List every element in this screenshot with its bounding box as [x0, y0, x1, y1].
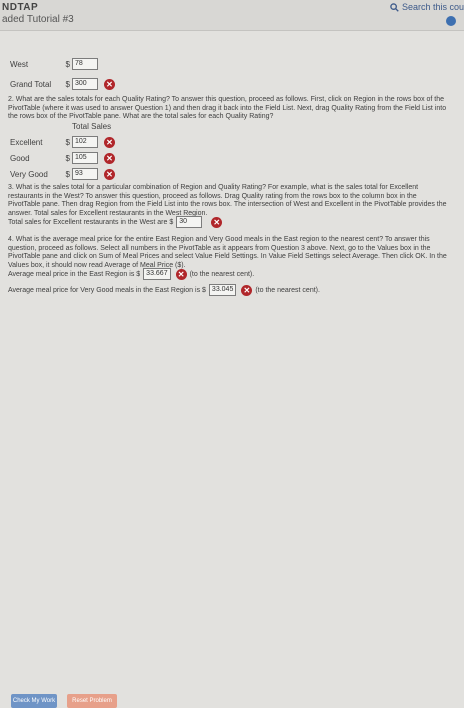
q2-very-good-input[interactable]: 93 [72, 168, 98, 180]
q2-row-excellent: Excellent $ 102 ✕ [10, 136, 115, 148]
search-label: Search this cou [401, 2, 464, 12]
incorrect-icon: ✕ [104, 136, 115, 148]
reset-problem-button[interactable]: Reset Problem [67, 694, 117, 708]
q2-row-label: Very Good [10, 169, 48, 179]
q2-row-good: Good $ 105 ✕ [10, 152, 115, 164]
q3-text: 3. What is the sales total for a particu… [8, 184, 447, 217]
q4-very-good-average-input[interactable]: 33.045 [208, 284, 237, 296]
top-bar: NDTAP aded Tutorial #3 Search this cou [0, 0, 464, 31]
q1-grand-input[interactable]: 300 [72, 78, 98, 90]
incorrect-icon: ✕ [104, 78, 115, 90]
q2-row-very-good: Very Good $ 93 ✕ [10, 168, 115, 180]
incorrect-icon: ✕ [241, 284, 253, 296]
q4-east-average-input[interactable]: 33.667 [143, 268, 171, 280]
q4-line2-prefix: Average meal price for Very Good meals i… [8, 286, 206, 294]
search-link[interactable]: Search this cou [390, 2, 464, 12]
q2-header: Total Sales [58, 122, 111, 131]
q2-row-currency: $ [65, 153, 70, 163]
q2-row-label: Good [10, 153, 30, 163]
q4-line1: Average meal price in the East Region is… [8, 268, 254, 280]
q4-line2-suffix: (to the nearest cent). [255, 286, 320, 294]
q3-answer-line: Total sales for Excellent restaurants in… [8, 216, 223, 228]
q2-row-currency: $ [65, 137, 70, 147]
q4-line1-suffix: (to the nearest cent). [189, 270, 255, 278]
incorrect-icon: ✕ [175, 268, 187, 280]
search-icon [390, 2, 399, 12]
q2-text: 2. What are the sales totals for each Qu… [8, 96, 447, 120]
q2-row-label: Excellent [10, 137, 43, 147]
q1-grand-currency: $ [65, 79, 70, 89]
info-icon[interactable] [446, 16, 456, 26]
incorrect-icon: ✕ [104, 152, 115, 164]
q1-grand-row: Grand Total $ 300 ✕ [10, 78, 115, 90]
q1-west-row: West $ 78 [10, 58, 98, 70]
q4-text: 4. What is the average meal price for th… [8, 236, 447, 269]
q3-answer-input[interactable]: 30 [176, 216, 203, 228]
q1-west-currency: $ [65, 59, 70, 69]
tutorial-title: aded Tutorial #3 [2, 14, 74, 25]
check-my-work-button[interactable]: Check My Work [11, 694, 57, 708]
incorrect-icon: ✕ [211, 216, 223, 228]
brand-logo-text: NDTAP [2, 2, 39, 13]
q2-row-currency: $ [65, 169, 70, 179]
q4-line1-prefix: Average meal price in the East Region is… [8, 270, 141, 278]
q3-answer-prefix: Total sales for Excellent restaurants in… [8, 218, 174, 226]
q2-good-input[interactable]: 105 [72, 152, 98, 164]
q2-excellent-input[interactable]: 102 [72, 136, 98, 148]
q2-header-label: Total Sales [72, 122, 112, 131]
q1-west-input[interactable]: 78 [72, 58, 98, 70]
incorrect-icon: ✕ [104, 168, 115, 180]
q4-line2: Average meal price for Very Good meals i… [8, 284, 320, 296]
q1-west-label: West [10, 59, 29, 69]
q1-grand-label: Grand Total [10, 79, 52, 89]
